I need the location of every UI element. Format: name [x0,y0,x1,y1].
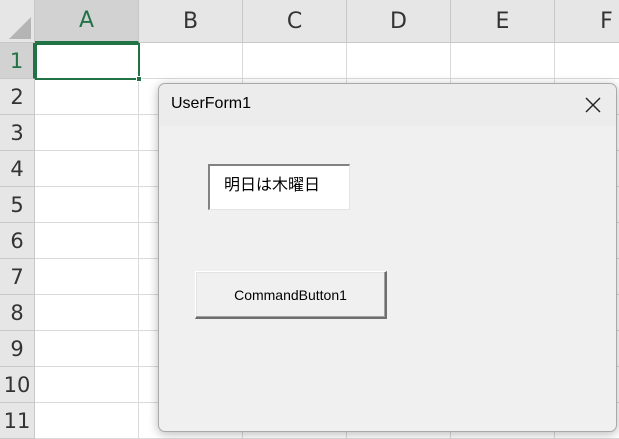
row-header-1[interactable]: 1 [0,43,35,79]
userform-title: UserForm1 [171,95,252,112]
row-header-2[interactable]: 2 [0,79,35,115]
command-button-1[interactable]: CommandButton1 [195,271,387,319]
column-headers: A B C D E F [35,0,619,43]
close-icon [585,97,601,113]
row-header-11[interactable]: 11 [0,403,35,439]
command-button-label: CommandButton1 [234,286,347,303]
column-header-d[interactable]: D [347,0,451,43]
row-header-10[interactable]: 10 [0,367,35,403]
close-button[interactable] [578,90,608,120]
row-header-6[interactable]: 6 [0,223,35,259]
row-header-8[interactable]: 8 [0,295,35,331]
column-header-a[interactable]: A [35,0,139,43]
row-headers: 1 2 3 4 5 6 7 8 9 10 11 [0,43,35,439]
column-header-f[interactable]: F [555,0,619,43]
select-all-corner[interactable] [0,0,35,43]
userform-dialog: UserForm1 明日は木曜日 CommandButton1 [158,83,617,432]
column-header-b[interactable]: B [139,0,243,43]
row-header-7[interactable]: 7 [0,259,35,295]
column-header-c[interactable]: C [243,0,347,43]
column-header-e[interactable]: E [451,0,555,43]
select-all-triangle-icon [9,17,31,39]
active-cell-a1[interactable] [35,43,140,80]
fill-handle[interactable] [136,76,142,82]
userform-titlebar[interactable]: UserForm1 [159,84,616,126]
row-header-4[interactable]: 4 [0,151,35,187]
row-header-5[interactable]: 5 [0,187,35,223]
row-header-3[interactable]: 3 [0,115,35,151]
textbox1[interactable]: 明日は木曜日 [208,164,350,210]
row-header-9[interactable]: 9 [0,331,35,367]
